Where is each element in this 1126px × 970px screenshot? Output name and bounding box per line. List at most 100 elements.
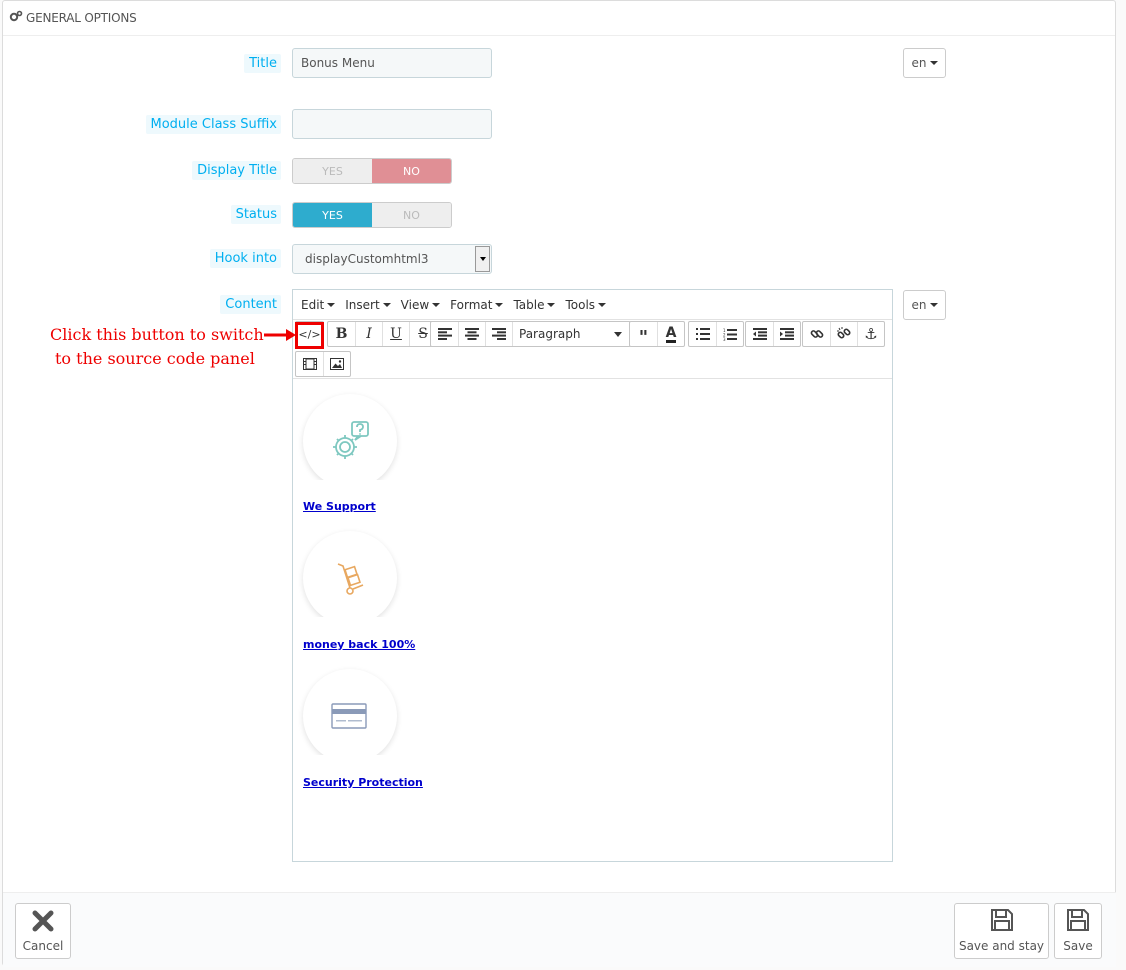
- status-toggle[interactable]: YES NO: [292, 202, 452, 228]
- cancel-button[interactable]: Cancel: [15, 903, 71, 959]
- close-icon: [32, 910, 54, 937]
- anchor-icon: ⚓: [864, 325, 878, 343]
- title-lang-dropdown[interactable]: en: [903, 48, 946, 78]
- underline-icon: U: [390, 326, 402, 342]
- remove-link-button[interactable]: [830, 322, 857, 346]
- menu-table[interactable]: Table: [513, 298, 556, 312]
- gear-question-icon: [333, 421, 369, 459]
- status-yes[interactable]: YES: [293, 203, 372, 227]
- italic-icon: I: [366, 326, 372, 342]
- display-title-yes[interactable]: YES: [293, 159, 372, 183]
- hook-into-label: Hook into: [209, 249, 281, 268]
- save-label: Save: [1063, 939, 1093, 953]
- indent-button[interactable]: [773, 322, 800, 346]
- align-center-button[interactable]: [458, 322, 485, 346]
- indent-group: [745, 321, 801, 347]
- cancel-label: Cancel: [22, 939, 64, 953]
- money-back-link[interactable]: money back 100%: [303, 638, 415, 651]
- align-center-icon: [465, 328, 479, 340]
- insert-image-button[interactable]: [323, 352, 350, 376]
- caret-down-icon: [929, 61, 938, 65]
- quote-group: " A: [629, 321, 685, 348]
- display-title-no[interactable]: NO: [372, 159, 451, 183]
- save-button[interactable]: Save: [1054, 903, 1102, 959]
- rich-text-editor: Edit Insert View Format Table Tools </> …: [292, 289, 893, 862]
- title-label-wrap: Title: [0, 54, 281, 74]
- panel-heading: GENERAL OPTIONS: [3, 1, 1115, 36]
- outdent-button[interactable]: [746, 322, 773, 346]
- status-label-wrap: Status: [0, 205, 281, 225]
- circle-mask: [297, 617, 403, 637]
- unlink-icon: [837, 327, 851, 339]
- bullet-list-button[interactable]: [689, 322, 716, 346]
- content-lang-dropdown[interactable]: en: [903, 290, 946, 320]
- image-icon: [330, 358, 344, 370]
- menu-format[interactable]: Format: [450, 298, 504, 312]
- bullet-list-icon: [695, 328, 710, 340]
- display-title-toggle[interactable]: YES NO: [292, 158, 452, 184]
- strikethrough-icon: S: [418, 326, 428, 342]
- suffix-label-wrap: Module Class Suffix: [0, 115, 281, 135]
- menu-insert[interactable]: Insert: [345, 298, 391, 312]
- display-title-label-wrap: Display Title: [0, 161, 281, 181]
- editor-content-area[interactable]: We Support money back 100% Security Prot…: [293, 378, 892, 861]
- annotation-arrow-icon: [264, 329, 296, 341]
- align-left-icon: [437, 328, 452, 340]
- format-select[interactable]: Paragraph: [512, 322, 630, 346]
- title-input[interactable]: Bonus Menu: [292, 48, 492, 78]
- film-icon: [302, 358, 317, 370]
- status-label: Status: [230, 205, 281, 224]
- blockquote-button[interactable]: ": [630, 322, 657, 348]
- circle-mask: [297, 755, 403, 775]
- content-label: Content: [220, 295, 281, 314]
- insert-link-button[interactable]: [803, 322, 830, 346]
- text-color-button[interactable]: A: [657, 322, 684, 346]
- hook-into-select[interactable]: displayCustomhtml3: [292, 244, 492, 274]
- panel-title: GENERAL OPTIONS: [26, 11, 137, 25]
- select-arrow-icon[interactable]: [475, 246, 490, 272]
- content-lang-label: en: [911, 298, 927, 312]
- indent-icon: [780, 328, 794, 340]
- menu-view[interactable]: View: [401, 298, 441, 312]
- annotation-line-1: Click this button to switch: [50, 325, 264, 344]
- align-right-icon: [492, 328, 506, 340]
- align-right-button[interactable]: [485, 322, 512, 346]
- list-group: 123: [688, 321, 744, 347]
- module-class-suffix-input[interactable]: [292, 109, 492, 139]
- anchor-button[interactable]: ⚓: [857, 322, 884, 346]
- hook-label-wrap: Hook into: [0, 249, 281, 269]
- bold-button[interactable]: B: [328, 322, 355, 346]
- save-and-stay-button[interactable]: Save and stay: [954, 903, 1049, 959]
- content-label-wrap: Content: [0, 295, 281, 315]
- circle-mask: [297, 480, 403, 500]
- editor-toolbar: </> B I U S Paragraph " A 1 2 3 ⚓: [295, 321, 890, 379]
- italic-button[interactable]: I: [355, 322, 382, 346]
- security-protection-link[interactable]: Security Protection: [303, 776, 423, 789]
- menu-edit[interactable]: Edit: [301, 298, 336, 312]
- module-class-suffix-label: Module Class Suffix: [145, 115, 281, 134]
- media-group: [295, 351, 351, 377]
- display-title-label: Display Title: [192, 161, 281, 180]
- caret-down-icon: [929, 303, 938, 307]
- align-left-button[interactable]: [431, 322, 458, 346]
- status-no[interactable]: NO: [372, 203, 451, 227]
- source-code-highlight: [295, 322, 324, 349]
- numbered-list-button[interactable]: 123: [716, 322, 743, 346]
- menu-tools[interactable]: Tools: [565, 298, 607, 312]
- cogs-icon: [9, 10, 23, 26]
- insert-video-button[interactable]: [296, 352, 323, 376]
- underline-button[interactable]: U: [382, 322, 409, 346]
- we-support-link[interactable]: We Support: [303, 500, 376, 513]
- align-group: Paragraph: [430, 321, 631, 347]
- security-circle: [303, 669, 397, 763]
- title-label: Title: [244, 54, 281, 73]
- chevron-down-icon: [614, 332, 622, 337]
- annotation-line-2: to the source code panel: [55, 349, 255, 368]
- hook-into-value: displayCustomhtml3: [305, 252, 429, 266]
- save-and-stay-label: Save and stay: [958, 939, 1045, 953]
- title-lang-label: en: [911, 56, 927, 70]
- editor-menubar: Edit Insert View Format Table Tools: [293, 290, 892, 320]
- link-group: ⚓: [802, 321, 885, 347]
- quote-icon: ": [638, 326, 649, 348]
- text-style-group: B I U S: [327, 321, 437, 347]
